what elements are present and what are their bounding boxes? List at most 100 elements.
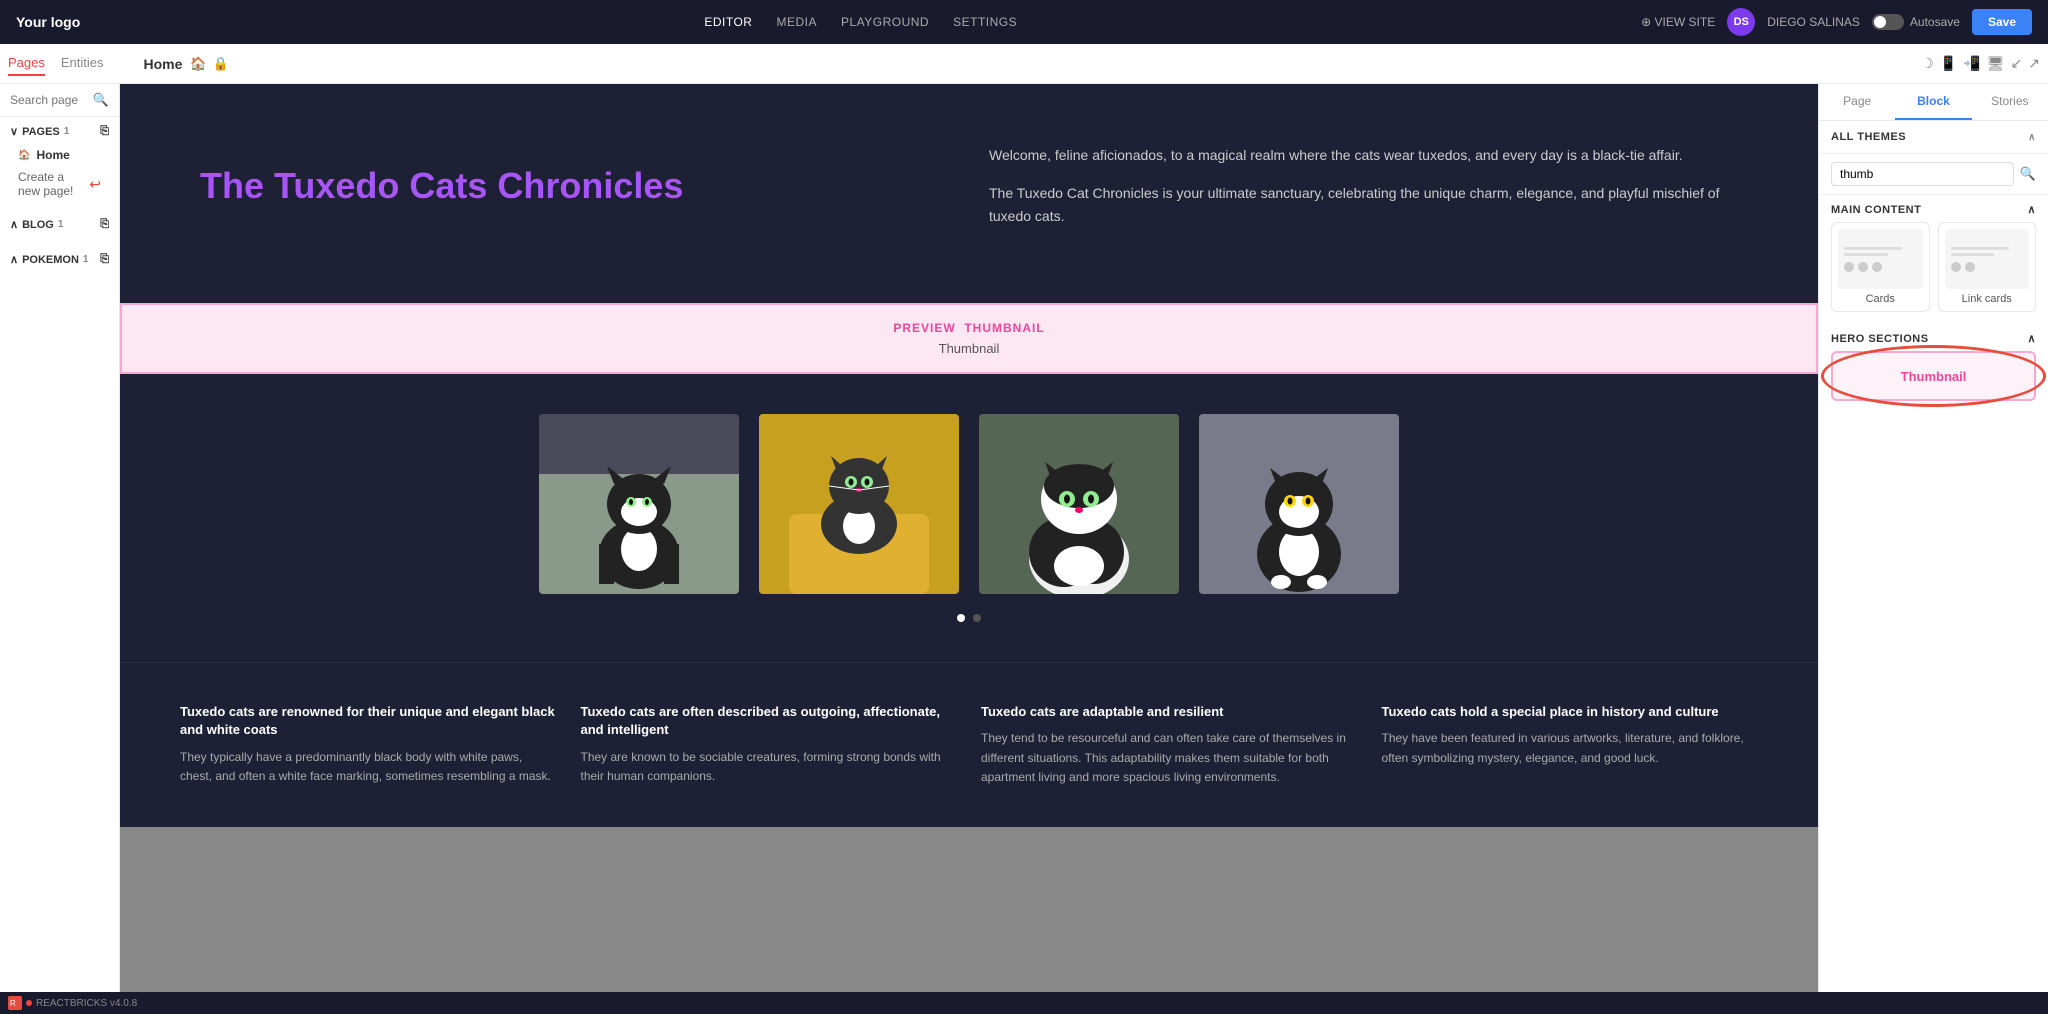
cards-grid: Tuxedo cats are renowned for their uniqu… <box>180 703 1758 787</box>
link-cards-block[interactable]: Link cards <box>1938 222 2037 312</box>
nav-editor[interactable]: EDITOR <box>704 15 752 29</box>
desktop-icon[interactable]: 🖥 <box>1987 55 2005 72</box>
main-content-text: MAIN CONTENT <box>1831 204 1921 216</box>
main-content-collapse[interactable]: ∧ <box>2027 203 2036 216</box>
all-themes-header: ALL THEMES ∧ <box>1819 121 2048 154</box>
device-icons: ☽ 📱 📲 🖥 ↙ ↗ <box>1921 55 2040 72</box>
home-page-icon: 🏠 <box>18 150 30 161</box>
collapse-right-icon[interactable]: ↗ <box>2028 55 2040 72</box>
thumbnail-block-card[interactable]: Thumbnail <box>1831 351 2036 401</box>
info-card-1: Tuxedo cats are renowned for their uniqu… <box>180 703 557 787</box>
right-sidebar: Page Block Stories ALL THEMES ∧ 🔍 MAIN C… <box>1818 84 2048 992</box>
all-themes-label: ALL THEMES <box>1831 131 1906 143</box>
cat-card-1 <box>539 414 739 594</box>
home-icon: 🏠 <box>190 56 206 72</box>
tab-pages[interactable]: Pages <box>8 51 45 76</box>
blog-add-icon[interactable]: ⎘ <box>100 218 109 231</box>
svg-text:R: R <box>10 999 16 1008</box>
right-tabs: Page Block Stories <box>1819 84 2048 121</box>
version-text: REACTBRICKS v4.0.8 <box>36 998 137 1009</box>
blog-section: ∧ BLOG 1 ⎘ <box>0 210 119 245</box>
top-navigation: Your logo EDITOR MEDIA PLAYGROUND SETTIN… <box>0 0 2048 44</box>
dark-mode-icon[interactable]: ☽ <box>1921 55 1934 72</box>
link-preview-line-2 <box>1951 253 1995 256</box>
thumbnail-text: Thumbnail <box>138 341 1800 356</box>
tab-stories[interactable]: Stories <box>1972 84 2048 120</box>
autosave-switch[interactable] <box>1872 14 1904 30</box>
cat-card-3 <box>979 414 1179 594</box>
hero-desc2: The Tuxedo Cat Chronicles is your ultima… <box>989 182 1738 227</box>
nav-media[interactable]: MEDIA <box>776 15 817 29</box>
avatar: DS <box>1727 8 1755 36</box>
pages-header[interactable]: ∨ PAGES 1 ⎘ <box>10 125 109 138</box>
dot-2[interactable] <box>973 614 981 622</box>
info-card-3-body: They tend to be resourceful and can ofte… <box>981 729 1358 787</box>
preview-dot-3 <box>1872 262 1882 272</box>
canvas-wrapper: The Tuxedo Cats Chronicles Welcome, feli… <box>120 84 1818 827</box>
cards-block-label: Cards <box>1866 293 1895 305</box>
view-site-button[interactable]: ⊕ VIEW SITE <box>1641 15 1715 29</box>
hero-desc1: Welcome, feline aficionados, to a magica… <box>989 144 1738 166</box>
pages-add-icon[interactable]: ⎘ <box>100 125 109 138</box>
autosave-toggle: Autosave <box>1872 14 1960 30</box>
tablet-icon[interactable]: 📲 <box>1963 55 1980 72</box>
create-page-button[interactable]: Create a new page! ↩ <box>10 166 109 202</box>
second-bar: Pages Entities Home 🏠 🔒 ☽ 📱 📲 🖥 ↙ ↗ <box>0 44 2048 84</box>
theme-search-input[interactable] <box>1831 162 2014 186</box>
save-button[interactable]: Save <box>1972 9 2032 35</box>
thumbnail-block-label: Thumbnail <box>1901 369 1967 384</box>
tab-entities[interactable]: Entities <box>61 51 104 76</box>
tab-page[interactable]: Page <box>1819 84 1895 120</box>
info-card-4-title: Tuxedo cats hold a special place in hist… <box>1382 703 1759 721</box>
link-preview-dot-2 <box>1965 262 1975 272</box>
cats-grid <box>180 414 1758 594</box>
hero-section: The Tuxedo Cats Chronicles Welcome, feli… <box>120 84 1818 303</box>
cards-block-preview <box>1838 229 1923 289</box>
pokemon-count: 1 <box>83 254 89 265</box>
hero-section-block-area: Thumbnail <box>1819 351 2048 417</box>
search-input[interactable] <box>10 93 87 107</box>
search-icon: 🔍 <box>93 92 109 108</box>
pokemon-label: POKEMON <box>22 254 79 266</box>
tab-block[interactable]: Block <box>1895 84 1971 120</box>
left-sidebar: 🔍 ∨ PAGES 1 ⎘ 🏠 Home Create a new page! … <box>0 84 120 992</box>
preview-highlight: THUMBNAIL <box>964 321 1044 335</box>
link-preview-dots <box>1951 262 1975 272</box>
preview-dot-1 <box>1844 262 1854 272</box>
page-item-home[interactable]: 🏠 Home <box>10 144 109 166</box>
pokemon-header[interactable]: ∧ POKEMON 1 ⎘ <box>10 253 109 266</box>
info-card-1-title: Tuxedo cats are renowned for their uniqu… <box>180 703 557 739</box>
nav-settings[interactable]: SETTINGS <box>953 15 1017 29</box>
dot-1[interactable] <box>957 614 965 622</box>
blog-count: 1 <box>58 219 64 230</box>
blog-header[interactable]: ∧ BLOG 1 ⎘ <box>10 218 109 231</box>
pages-chevron: ∨ <box>10 125 18 138</box>
canvas-area[interactable]: The Tuxedo Cats Chronicles Welcome, feli… <box>120 84 1818 992</box>
theme-search-icon: 🔍 <box>2020 166 2036 182</box>
preview-dots <box>1844 262 1882 272</box>
hero-sections-collapse[interactable]: ∧ <box>2027 332 2036 345</box>
lock-icon: 🔒 <box>213 56 229 72</box>
cards-section: Tuxedo cats are renowned for their uniqu… <box>120 662 1818 827</box>
blog-chevron: ∧ <box>10 218 18 231</box>
user-name: DIEGO SALINAS <box>1767 15 1860 29</box>
autosave-label: Autosave <box>1910 15 1960 29</box>
tabs: Pages Entities <box>8 51 104 76</box>
themes-collapse-icon[interactable]: ∧ <box>2028 132 2036 143</box>
create-page-arrow: ↩ <box>89 176 101 193</box>
link-preview-line-1 <box>1951 247 2009 250</box>
page-title: Home <box>144 56 183 72</box>
pokemon-chevron: ∧ <box>10 253 18 266</box>
preview-label: PREVIEW THUMBNAIL <box>138 321 1800 335</box>
page-title-bar: Home 🏠 🔒 <box>144 56 229 72</box>
version-dot <box>26 1000 32 1006</box>
info-card-2-body: They are known to be sociable creatures,… <box>581 748 958 786</box>
pages-label: PAGES <box>22 126 60 138</box>
pokemon-add-icon[interactable]: ⎘ <box>100 253 109 266</box>
hero-title: The Tuxedo Cats Chronicles <box>200 164 949 207</box>
nav-playground[interactable]: PLAYGROUND <box>841 15 929 29</box>
collapse-left-icon[interactable]: ↙ <box>2011 55 2023 72</box>
info-card-2-title: Tuxedo cats are often described as outgo… <box>581 703 958 739</box>
mobile-icon[interactable]: 📱 <box>1940 55 1957 72</box>
cards-block[interactable]: Cards <box>1831 222 1930 312</box>
